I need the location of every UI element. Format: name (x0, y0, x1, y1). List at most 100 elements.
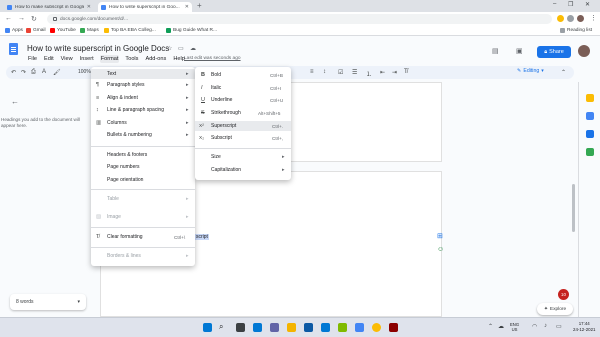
format-menu-item-bullets[interactable]: Bullets & numbering ▸ (91, 130, 195, 140)
mail-icon[interactable] (338, 323, 347, 332)
text-submenu-size[interactable]: Size ▸ (195, 152, 291, 162)
kebab-menu-icon[interactable]: ⋮ (590, 14, 597, 22)
text-submenu-underline[interactable]: U Underline Ctrl+U (195, 95, 291, 105)
format-menu-item-align-indent[interactable]: ≡ Align & indent ▸ (91, 93, 195, 103)
align-icon[interactable]: ≡ (310, 69, 314, 75)
profile-icon[interactable] (577, 15, 584, 22)
close-tab-icon[interactable]: ✕ (87, 4, 91, 10)
add-comment-icon[interactable]: ⊞ (437, 232, 443, 240)
input-language[interactable]: ENG US (510, 322, 519, 332)
format-menu-item-headers-footers[interactable]: Headers & footers (91, 150, 195, 160)
reading-list[interactable]: Reading list (560, 28, 592, 33)
cloud-tray-icon[interactable]: ☁ (498, 323, 504, 330)
bookmark-college[interactable]: Top BA EBA Colleg... (104, 28, 156, 33)
line-spacing-icon[interactable]: ↕ (323, 69, 326, 75)
format-menu-item-paragraph-styles[interactable]: ¶ Paragraph styles ▸ (91, 80, 195, 90)
clock[interactable]: 17:44 24-12-2021 (573, 321, 595, 333)
redo-icon[interactable]: ↷ (21, 69, 26, 76)
close-window-icon[interactable]: ✕ (585, 1, 590, 8)
selected-text[interactable]: script (195, 234, 209, 240)
bookmark-youtube[interactable]: YouTube (50, 28, 76, 33)
checklist-icon[interactable]: ☑ (338, 69, 343, 76)
move-folder-icon[interactable]: ▭ (178, 45, 184, 52)
app-icon[interactable] (389, 323, 398, 332)
bookmark-maps[interactable]: Maps (80, 28, 99, 33)
bookmark-gmail[interactable]: Gmail (26, 28, 46, 33)
edge-icon[interactable] (304, 323, 313, 332)
menu-insert[interactable]: Insert (79, 55, 95, 63)
back-icon[interactable]: ← (5, 15, 12, 22)
zoom-select[interactable]: 100% (78, 69, 91, 75)
print-icon[interactable]: ⎙ (31, 69, 36, 76)
forward-icon[interactable]: → (18, 15, 25, 22)
text-submenu-strikethrough[interactable]: S Strikethrough Alt+Shift+5 (195, 108, 291, 118)
document-title[interactable]: How to write superscript in Google Docs (27, 44, 169, 53)
bookmark-bugguide[interactable]: Bug Guide What R... (166, 28, 217, 33)
new-tab-button[interactable]: + (197, 1, 202, 10)
text-submenu-capitalization[interactable]: Capitalization ▸ (195, 165, 291, 175)
increase-indent-icon[interactable]: ⇥ (392, 69, 397, 76)
text-submenu-subscript[interactable]: X₂ Subscript Ctrl+, (195, 133, 291, 143)
collapse-toolbar-icon[interactable]: ⌃ (561, 69, 566, 76)
format-menu-item-clear-formatting[interactable]: T̸ Clear formatting Ctrl+\ (91, 232, 195, 242)
settings-icon[interactable] (355, 323, 364, 332)
format-menu-item-text[interactable]: Text ▸ (91, 69, 195, 79)
menu-edit[interactable]: Edit (43, 55, 55, 63)
start-windows-icon[interactable] (203, 323, 212, 332)
search-icon[interactable]: ⌕ (219, 322, 223, 332)
undo-icon[interactable]: ↶ (11, 69, 16, 76)
format-menu-item-columns[interactable]: ▥ Columns ▸ (91, 118, 195, 128)
widgets-icon[interactable] (253, 323, 262, 332)
explore-button[interactable]: ✦ Explore (537, 303, 573, 315)
tasks-icon[interactable] (586, 112, 594, 120)
extension-icon[interactable] (557, 15, 564, 22)
menu-format[interactable]: Format (99, 55, 120, 63)
avatar[interactable] (578, 45, 590, 57)
star-icon[interactable]: ☆ (167, 45, 172, 52)
browser-tab[interactable]: How to make subscript in Google ... ✕ (4, 2, 94, 12)
contacts-icon[interactable] (586, 130, 594, 138)
menu-view[interactable]: View (60, 55, 74, 63)
word-count-widget[interactable]: 8 words ▾ (10, 294, 86, 310)
keep-icon[interactable] (586, 94, 594, 102)
minimize-icon[interactable]: – (553, 1, 556, 7)
docs-logo-icon[interactable] (9, 43, 18, 55)
meet-icon[interactable]: ▣ (516, 47, 523, 55)
browser-tab-active[interactable]: How to write superscript in Goo... ✕ (98, 2, 192, 12)
maximize-icon[interactable]: ❐ (568, 1, 573, 8)
chrome-icon[interactable] (372, 323, 381, 332)
last-edit-link[interactable]: Last edit was seconds ago (184, 56, 241, 61)
paint-format-icon[interactable]: 🖌︎ (53, 69, 61, 76)
volume-icon[interactable]: ♪ (544, 323, 547, 329)
format-menu-item-line-spacing[interactable]: ↕ Line & paragraph spacing ▸ (91, 105, 195, 115)
menu-addons[interactable]: Add-ons (144, 55, 167, 63)
bookmark-apps[interactable]: Apps (5, 28, 23, 33)
decrease-indent-icon[interactable]: ⇤ (380, 69, 385, 76)
wifi-icon[interactable]: ◠ (532, 323, 537, 330)
battery-icon[interactable]: ▭ (556, 323, 562, 330)
text-submenu-superscript[interactable]: X² Superscript Ctrl+. (195, 121, 291, 131)
share-button[interactable]: 🔒︎ Share (537, 46, 571, 58)
store-icon[interactable] (321, 323, 330, 332)
url-field[interactable]: docs.google.com/document/d/... (47, 14, 552, 24)
comment-history-icon[interactable]: ▤ (492, 47, 499, 55)
emoji-reaction-icon[interactable]: ☺ (437, 246, 444, 253)
puzzle-icon[interactable] (567, 15, 574, 22)
bulleted-list-icon[interactable]: ☰ (352, 69, 357, 76)
task-view-icon[interactable] (236, 323, 245, 332)
file-explorer-icon[interactable] (287, 323, 296, 332)
numbered-list-icon[interactable]: ⒈ (366, 69, 372, 78)
outline-back-icon[interactable]: ← (11, 97, 19, 106)
text-submenu-italic[interactable]: I Italic Ctrl+I (195, 83, 291, 93)
notification-badge[interactable]: 10 (558, 289, 569, 300)
text-submenu-bold[interactable]: B Bold Ctrl+B (195, 70, 291, 80)
tray-chevron-up-icon[interactable]: ⌃ (488, 323, 493, 330)
format-menu-item-page-orientation[interactable]: Page orientation (91, 175, 195, 185)
teams-icon[interactable] (270, 323, 279, 332)
editing-mode-select[interactable]: ✎ Editing ▾ (517, 68, 544, 74)
reload-icon[interactable]: ↻ (31, 15, 37, 23)
close-tab-icon[interactable]: ✕ (185, 4, 189, 10)
format-menu-item-page-numbers[interactable]: Page numbers (91, 162, 195, 172)
spellcheck-icon[interactable]: A (42, 69, 46, 75)
scrollbar[interactable] (572, 184, 575, 232)
